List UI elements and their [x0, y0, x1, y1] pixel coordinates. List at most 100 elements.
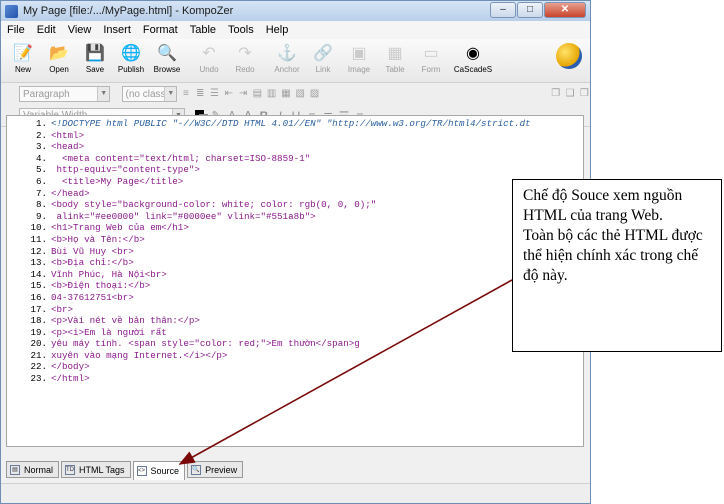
menu-item-tools[interactable]: Tools: [228, 24, 254, 36]
publish-button[interactable]: 🌐 Publish: [113, 41, 149, 74]
code-text: alink="#ee0000" link="#0000ee" vlink="#5…: [51, 210, 316, 222]
code-line[interactable]: 22. </body>: [7, 361, 583, 373]
anchor-icon: ⚓: [277, 45, 297, 62]
menu-item-edit[interactable]: Edit: [37, 24, 56, 36]
outdent-icon[interactable]: ⇤: [223, 87, 234, 101]
code-line[interactable]: 9. alink="#ee0000" link="#0000ee" vlink=…: [7, 211, 583, 223]
code-line[interactable]: 20. yêu máy tính. <span style="color: red…: [7, 338, 583, 350]
indent-icon[interactable]: ⇥: [237, 87, 248, 101]
line-number: 3.: [35, 141, 47, 153]
code-text: <meta content="text/html; charset=ISO-88…: [51, 152, 311, 164]
code-line[interactable]: 21. xuyên vào mạng Internet.</i></p>: [7, 350, 583, 362]
anchor-button[interactable]: ⚓ Anchor: [269, 41, 305, 74]
open-button[interactable]: 📂 Open: [41, 41, 77, 74]
composition-toolbar: 📝 New 📂 Open 💾 Save 🌐 Publish 🔍 Browse ↶ Undo ↷ Redo ⚓…: [1, 39, 590, 83]
code-text: <body style="background-color: white; co…: [51, 199, 377, 211]
redo-button[interactable]: ↷ Redo: [227, 41, 263, 74]
menu-item-help[interactable]: Help: [266, 24, 289, 36]
layer-front-icon[interactable]: ❒: [579, 87, 590, 101]
kompozer-app-icon: [5, 4, 18, 18]
line-number: 4.: [35, 152, 47, 164]
line-number: 22.: [30, 361, 47, 373]
toolbar-label: Table: [385, 65, 405, 74]
code-line[interactable]: 19. <p><i>Em là người rất: [7, 327, 583, 339]
menu-item-table[interactable]: Table: [190, 24, 216, 36]
line-number: 20.: [30, 338, 47, 350]
image-button[interactable]: ▣ Image: [341, 41, 377, 74]
code-text: <title>My Page</title>: [51, 175, 184, 187]
code-line[interactable]: 1. <!DOCTYPE html PUBLIC "-//W3C//DTD HTM…: [7, 118, 583, 130]
browse-button[interactable]: 🔍 Browse: [149, 41, 185, 74]
redo-icon: ↷: [238, 45, 252, 62]
code-line[interactable]: 12. Bùi Vũ Huy <br>: [7, 246, 583, 258]
menu-item-file[interactable]: File: [7, 24, 25, 36]
tab-source[interactable]: <> Source: [132, 461, 186, 480]
code-line[interactable]: 5. http-equiv="content-type">: [7, 164, 583, 176]
code-line[interactable]: 18. <p>Vài nét về bản thân:</p>: [7, 315, 583, 327]
form-icon: ▭: [423, 45, 439, 62]
code-line[interactable]: 16. 04-37612751<br>: [7, 292, 583, 304]
close-button[interactable]: ✕: [544, 2, 586, 18]
justify-icon[interactable]: ▧: [295, 87, 306, 101]
code-line[interactable]: 10. <h1>Trang Web của em</h1>: [7, 222, 583, 234]
code-text: yêu máy tính. <span style="color: red;">…: [51, 338, 360, 350]
class-select[interactable]: (no class) ▼: [121, 86, 178, 102]
link-icon: 🔗: [313, 45, 333, 62]
form-button[interactable]: ▭ Form: [413, 41, 449, 74]
paragraph-format-select[interactable]: Paragraph ▼: [19, 86, 111, 102]
callout-text: Chế độ Souce xem nguồn HTML của trang We…: [523, 187, 703, 284]
source-editor[interactable]: 1. <!DOCTYPE html PUBLIC "-//W3C//DTD HTM…: [6, 115, 584, 447]
layer-stack-icon[interactable]: ❑: [564, 87, 575, 101]
numbered-list-icon[interactable]: ☰: [209, 87, 220, 101]
table-button[interactable]: ▦ Table: [377, 41, 413, 74]
code-line[interactable]: 8. <body style="background-color: white; …: [7, 199, 583, 211]
code-line[interactable]: 14. Vĩnh Phúc, Hà Nội<br>: [7, 269, 583, 281]
line-number: 10.: [30, 222, 47, 234]
cascades-button[interactable]: ◉ CaScadeS: [454, 41, 492, 74]
code-text: xuyên vào mạng Internet.</i></p>: [51, 349, 228, 361]
html-tags-icon: TD: [65, 464, 76, 475]
view-mode-tabs: ▤ Normal TD HTML Tags <> Source 🔍 Preview: [6, 461, 245, 480]
menu-item-view[interactable]: View: [68, 24, 92, 36]
minimize-button[interactable]: –: [490, 2, 516, 18]
publish-icon: 🌐: [121, 45, 141, 62]
line-number: 18.: [30, 315, 47, 327]
ordered-list-icon[interactable]: ≡: [180, 87, 191, 101]
save-button[interactable]: 💾 Save: [77, 41, 113, 74]
line-number: 15.: [30, 280, 47, 292]
code-line[interactable]: 2. <html>: [7, 130, 583, 142]
align-center-icon[interactable]: ▥: [266, 87, 277, 101]
tab-preview[interactable]: 🔍 Preview: [187, 461, 244, 478]
code-line[interactable]: 15. <b>Điện thoại:</b>: [7, 280, 583, 292]
title-bar: My Page [file:/.../MyPage.html] - KompoZ…: [1, 1, 590, 21]
code-text: 04-37612751<br>: [51, 291, 134, 303]
layer-icon[interactable]: ❐: [550, 87, 561, 101]
code-line[interactable]: 23. </html>: [7, 373, 583, 385]
table-cell-icon[interactable]: ▨: [309, 87, 320, 101]
code-line[interactable]: 13. <b>Địa chỉ:</b>: [7, 257, 583, 269]
window-title: My Page [file:/.../MyPage.html] - KompoZ…: [23, 5, 234, 17]
maximize-button[interactable]: □: [517, 2, 543, 18]
code-line[interactable]: 11. <b>Họ và Tên:</b>: [7, 234, 583, 246]
toolbar-label: New: [14, 65, 31, 74]
code-line[interactable]: 4. <meta content="text/html; charset=ISO…: [7, 153, 583, 165]
tab-html-tags[interactable]: TD HTML Tags: [61, 461, 131, 478]
tab-label: Source: [150, 466, 180, 476]
menu-item-insert[interactable]: Insert: [103, 24, 131, 36]
table-icon: ▦: [387, 45, 403, 62]
align-right-icon[interactable]: ▦: [280, 87, 291, 101]
normal-tab-icon: ▤: [10, 464, 20, 475]
code-line[interactable]: 17. <br>: [7, 304, 583, 316]
undo-button[interactable]: ↶ Undo: [191, 41, 227, 74]
align-left-icon[interactable]: ▤: [252, 87, 263, 101]
tab-normal[interactable]: ▤ Normal: [6, 461, 60, 478]
code-line[interactable]: 7. </head>: [7, 188, 583, 200]
line-number: 2.: [35, 129, 47, 141]
new-button[interactable]: 📝 New: [5, 41, 41, 74]
menu-item-format[interactable]: Format: [143, 24, 178, 36]
link-button[interactable]: 🔗 Link: [305, 41, 341, 74]
code-text: <b>Địa chỉ:</b>: [51, 257, 134, 269]
code-line[interactable]: 6. <title>My Page</title>: [7, 176, 583, 188]
bullet-list-icon[interactable]: ≣: [195, 87, 206, 101]
code-line[interactable]: 3. <head>: [7, 141, 583, 153]
